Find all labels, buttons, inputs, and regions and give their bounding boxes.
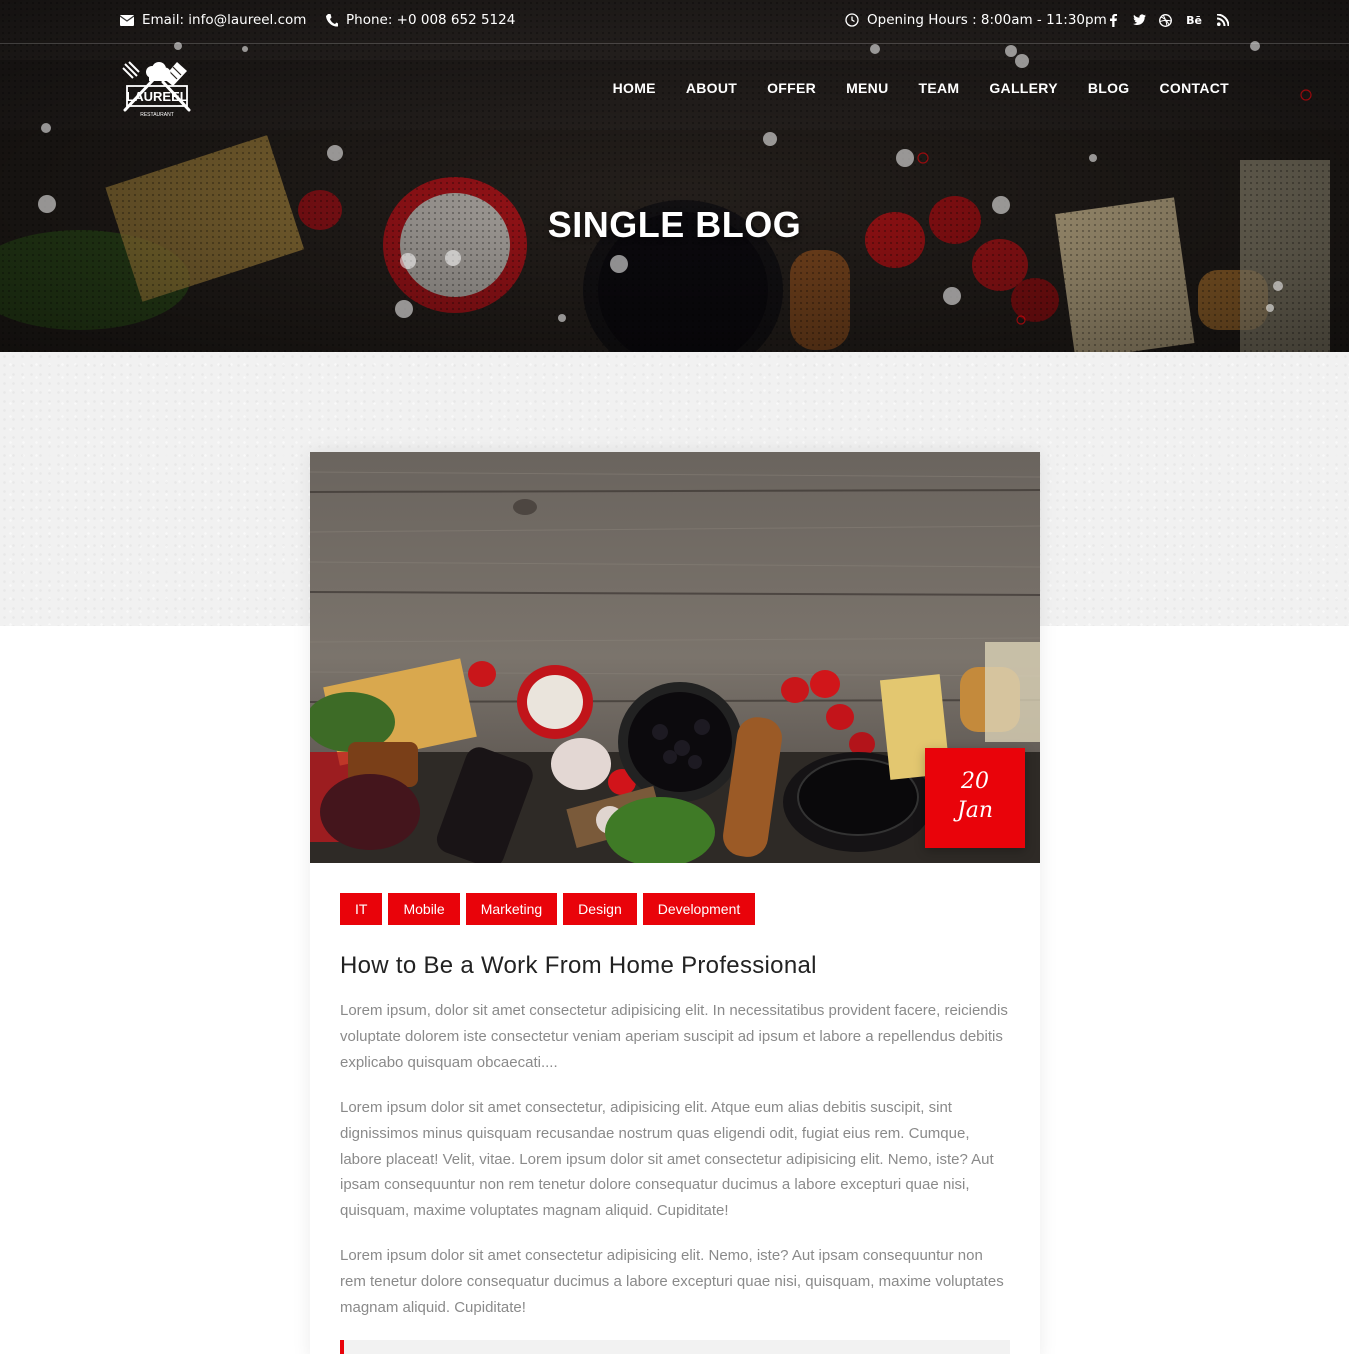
post-paragraph: Lorem ipsum, dolor sit amet consectetur … [340,1002,1008,1071]
post-date-badge: 20 Jan [925,748,1025,848]
envelope-icon [120,14,134,26]
post-tags: IT Mobile Marketing Design Development [340,893,756,925]
tag-design[interactable]: Design [563,893,637,925]
hero-background-image [0,0,1349,352]
opening-hours: Opening Hours : 8:00am - 11:30pm [845,12,1107,28]
page-title: SINGLE BLOG [547,204,802,245]
phone-icon [326,13,338,27]
logo-subtext: RESTAURANT [140,112,174,118]
top-info-bar: Email: info@laureel.com Phone: +0 008 65… [0,0,1349,44]
phone-contact[interactable]: Phone: +0 008 652 5124 [326,12,515,28]
post-date-day: 20 [961,769,989,794]
behance-icon[interactable]: Bē [1185,12,1203,28]
nav-offer[interactable]: OFFER [767,80,816,96]
laureel-logo[interactable]: LAUREEL RESTAURANT [119,58,195,124]
logo-wordmark: LAUREEL [126,89,187,104]
blog-post-card: 20 Jan IT Mobile Marketing Design Develo… [310,452,1040,1354]
nav-menu[interactable]: MENU [846,80,888,96]
post-paragraph: Lorem ipsum dolor sit amet consectetur a… [340,1247,1004,1316]
facebook-icon[interactable] [1107,12,1120,28]
post-title: How to Be a Work From Home Professional [340,952,817,979]
social-links: Bē [1107,12,1229,28]
page-header: Email: info@laureel.com Phone: +0 008 65… [0,0,1349,352]
post-paragraph: Lorem ipsum dolor sit amet consectetur, … [340,1099,994,1220]
email-text: Email: info@laureel.com [142,12,307,28]
phone-text: Phone: +0 008 652 5124 [346,12,516,28]
tag-marketing[interactable]: Marketing [465,893,558,925]
twitter-icon[interactable] [1133,12,1146,28]
blockquote [340,1340,1010,1354]
dribbble-icon[interactable] [1159,12,1172,28]
tag-it[interactable]: IT [340,893,383,925]
rss-icon[interactable] [1216,12,1229,28]
email-contact[interactable]: Email: info@laureel.com [120,12,306,28]
tag-development[interactable]: Development [642,893,756,925]
nav-team[interactable]: TEAM [918,80,959,96]
clock-icon [845,13,859,27]
nav-home[interactable]: HOME [613,80,656,96]
nav-about[interactable]: ABOUT [686,80,737,96]
nav-contact[interactable]: CONTACT [1160,80,1230,96]
main-navigation: HOME ABOUT OFFER MENU TEAM GALLERY BLOG … [613,80,1229,96]
tag-mobile[interactable]: Mobile [388,893,460,925]
hours-text: Opening Hours : 8:00am - 11:30pm [867,12,1107,28]
post-date-month: Jan [956,798,994,823]
nav-blog[interactable]: BLOG [1088,80,1130,96]
nav-gallery[interactable]: GALLERY [989,80,1057,96]
